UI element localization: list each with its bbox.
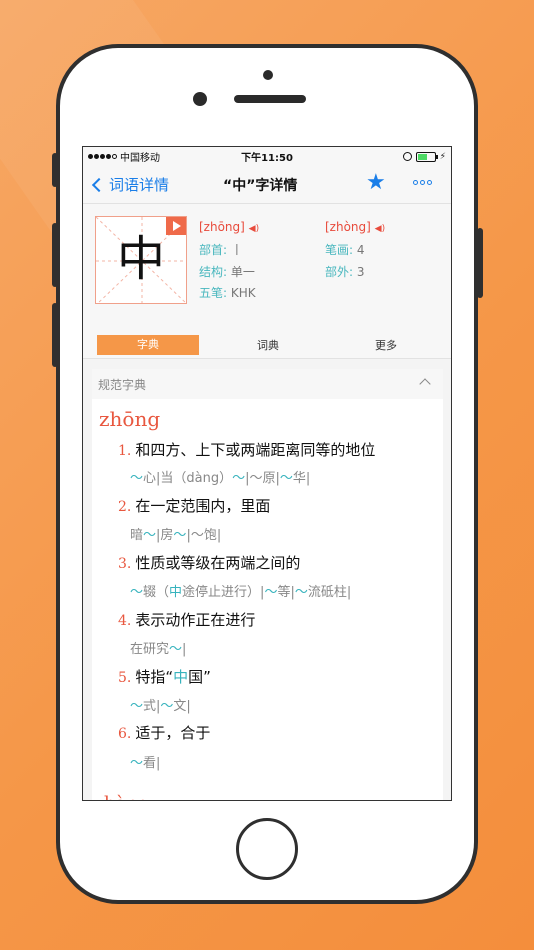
dictionary-title: 规范字典 [98, 377, 147, 392]
back-label: 词语详情 [109, 176, 170, 194]
tab-zidian[interactable]: 字典 [97, 334, 199, 355]
chevron-up-icon[interactable] [419, 378, 431, 390]
orientation-lock-icon [402, 152, 412, 161]
definition-4: 4. 表示动作正在进行 [118, 611, 256, 629]
character-glyph: 中 [116, 231, 165, 287]
charging-icon: ⚡ [439, 151, 446, 162]
nav-bar: 词语详情 “中”字详情 ★ [83, 166, 451, 204]
mute-switch [52, 153, 58, 187]
front-camera [193, 92, 207, 106]
more-options-icon[interactable] [413, 180, 432, 185]
power-button [477, 228, 483, 298]
definition-2: 2. 在一定范围内，里面 [118, 497, 271, 515]
outside-strokes-info: 部外: 3 [325, 265, 365, 279]
play-stroke-animation-icon[interactable] [166, 217, 186, 235]
dictionary-header[interactable]: 规范字典 [92, 369, 443, 399]
pinyin-heading: zhōng [99, 407, 161, 431]
definition-5: 5. 特指“中国” [118, 668, 211, 686]
signal-icon [88, 154, 117, 159]
earpiece [234, 95, 306, 103]
volume-up-button [52, 223, 58, 287]
structure-info: 结构: 单一 [199, 265, 255, 279]
example-4: 在研究～| [130, 642, 187, 657]
definition-6: 6. 适于，合于 [118, 724, 211, 742]
tab-more[interactable]: 更多 [371, 337, 401, 353]
battery-icon [415, 151, 438, 162]
app-screen: 中国移动 下午11:50 ⚡ 词语详情 “中”字详情 ★ 中 [zhōng] ◀… [82, 146, 452, 801]
example-1: ～心|当（dàng）～|～原|～华| [130, 471, 311, 486]
next-pinyin-heading: bàng [104, 793, 149, 800]
carrier-label: 中国移动 [120, 153, 160, 164]
definition-1: 1. 和四方、上下或两端距离同等的地位 [118, 441, 376, 459]
example-6: ～看| [130, 756, 161, 771]
example-2: 暗～|房～|～饱| [130, 528, 222, 543]
page-title: “中”字详情 [223, 177, 298, 194]
home-button[interactable] [236, 818, 298, 880]
back-button[interactable]: 词语详情 [91, 174, 169, 195]
status-bar: 中国移动 下午11:50 ⚡ [83, 147, 451, 166]
dictionary-card: 规范字典 zhōng 1. 和四方、上下或两端距离同等的地位 ～心|当（dàng）… [92, 369, 443, 800]
favorite-star-icon[interactable]: ★ [366, 172, 386, 194]
strokes-info: 笔画: 4 [325, 243, 365, 257]
definition-3: 3. 性质或等级在两端之间的 [118, 554, 301, 572]
tab-cidian[interactable]: 词典 [253, 337, 283, 353]
example-5: ～式|～文| [130, 699, 191, 714]
pinyin-reading-2[interactable]: [zhòng] ◀) [325, 220, 385, 234]
speaker-icon: ◀) [374, 224, 386, 234]
camera-dot [263, 70, 273, 80]
tab-bar: 字典 词典 更多 [83, 331, 451, 359]
wubi-info: 五笔: KHK [199, 286, 256, 300]
volume-down-button [52, 303, 58, 367]
speaker-icon: ◀) [248, 224, 260, 234]
character-info-panel: 中 [zhōng] ◀) [zhòng] ◀) 部首: 丨 笔画: 4 结构: … [83, 204, 451, 334]
radical-info: 部首: 丨 [199, 243, 243, 257]
chevron-left-icon [91, 177, 107, 192]
example-3: ～辍（中途停止进行）|～等|～流砥柱| [130, 585, 352, 600]
pinyin-reading-1[interactable]: [zhōng] ◀) [199, 220, 259, 234]
character-grid: 中 [95, 216, 187, 304]
